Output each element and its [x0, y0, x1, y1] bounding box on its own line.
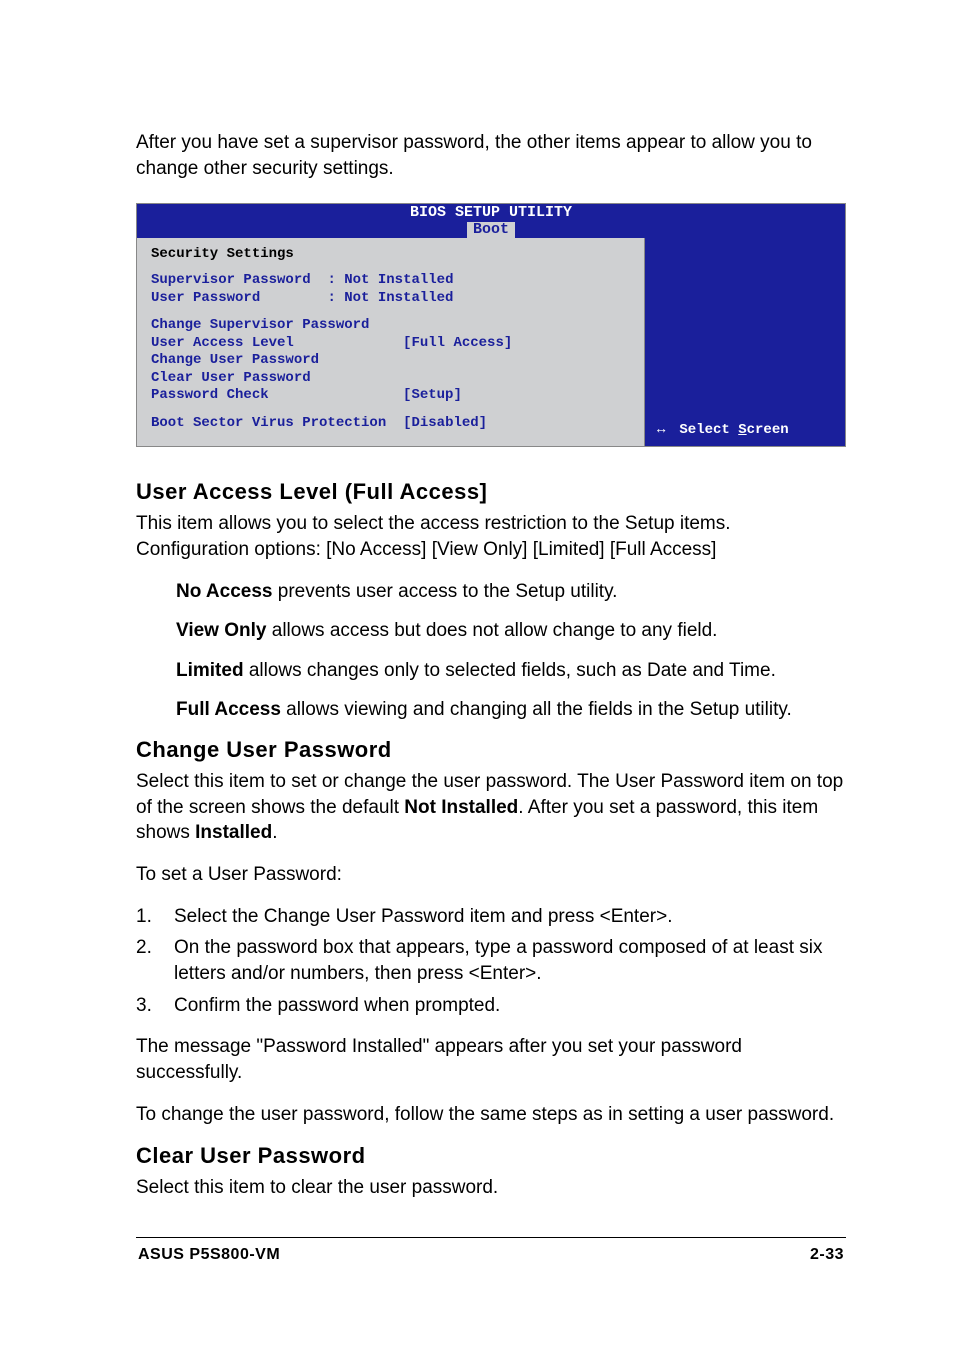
- step-2: 2.On the password box that appears, type…: [136, 935, 846, 986]
- footer-right: 2-33: [810, 1246, 844, 1264]
- clear-user-password-desc: Select this item to clear the user passw…: [136, 1175, 846, 1201]
- select-screen-label: Select Screen: [679, 422, 788, 438]
- password-check-value: [Setup]: [403, 387, 462, 403]
- access-options-list: No Access prevents user access to the Se…: [176, 579, 846, 724]
- footer-left: ASUS P5S800-VM: [138, 1246, 280, 1264]
- boot-sector-label: Boot Sector Virus Protection: [151, 415, 386, 431]
- intro-text: After you have set a supervisor password…: [136, 130, 846, 181]
- bios-header: BIOS SETUP UTILITY Boot: [137, 204, 845, 238]
- footer-divider: [136, 1237, 846, 1238]
- to-set-user-password: To set a User Password:: [136, 862, 846, 888]
- bios-title: BIOS SETUP UTILITY: [410, 204, 572, 221]
- option-no-access: No Access prevents user access to the Se…: [176, 579, 846, 605]
- clear-user-password: Clear User Password: [151, 370, 630, 388]
- change-password-note: To change the user password, follow the …: [136, 1102, 846, 1128]
- password-installed-msg: The message "Password Installed" appears…: [136, 1034, 846, 1085]
- option-full-access: Full Access allows viewing and changing …: [176, 697, 846, 723]
- option-view-only: View Only allows access but does not all…: [176, 618, 846, 644]
- boot-sector-value: [Disabled]: [403, 415, 487, 431]
- change-user-password-desc: Select this item to set or change the us…: [136, 769, 846, 846]
- option-limited: Limited allows changes only to selected …: [176, 658, 846, 684]
- bios-section-title: Security Settings: [151, 246, 630, 262]
- user-access-level-desc: This item allows you to select the acces…: [136, 511, 846, 562]
- clear-user-password-heading: Clear User Password: [136, 1143, 846, 1169]
- supervisor-password-value: : Not Installed: [327, 272, 453, 288]
- bios-right-panel: ↔ Select Screen: [645, 238, 845, 446]
- steps-list: 1.Select the Change User Password item a…: [136, 904, 846, 1019]
- change-supervisor-password: Change Supervisor Password: [151, 317, 630, 335]
- bios-tab: Boot: [467, 222, 515, 239]
- bios-left-panel: Security Settings Supervisor Password : …: [137, 238, 645, 446]
- supervisor-password-label: Supervisor Password: [151, 272, 311, 288]
- user-password-label: User Password: [151, 290, 260, 306]
- change-user-password-heading: Change User Password: [136, 737, 846, 763]
- user-access-level-heading: User Access Level (Full Access]: [136, 479, 846, 505]
- change-user-password: Change User Password: [151, 352, 630, 370]
- bios-help-row: ↔ Select Screen: [657, 422, 835, 438]
- user-access-level-label: User Access Level: [151, 335, 294, 351]
- step-1: 1.Select the Change User Password item a…: [136, 904, 846, 930]
- user-password-value: : Not Installed: [327, 290, 453, 306]
- bios-screenshot: BIOS SETUP UTILITY Boot Security Setting…: [136, 203, 846, 447]
- step-3: 3.Confirm the password when prompted.: [136, 993, 846, 1019]
- password-check-label: Password Check: [151, 387, 269, 403]
- arrow-left-right-icon: ↔: [657, 422, 665, 438]
- user-access-level-value: [Full Access]: [403, 335, 512, 351]
